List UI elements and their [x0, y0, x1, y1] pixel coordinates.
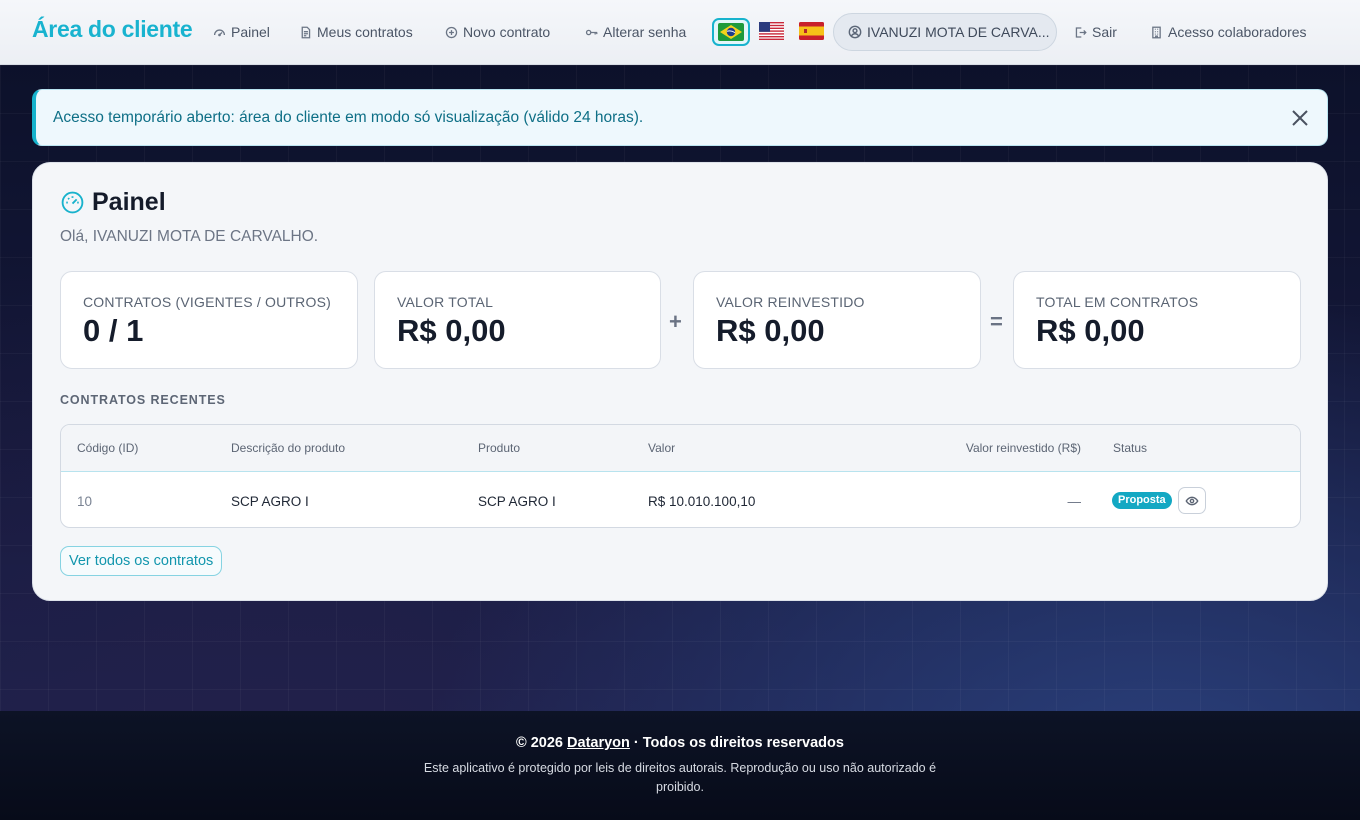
- user-name: IVANUZI MOTA DE CARVA...: [867, 24, 1050, 40]
- page-footer: © 2026 Dataryon · Todos os direitos rese…: [0, 711, 1360, 820]
- column-header-produto: Produto: [478, 441, 521, 455]
- stat-label: Total em contratos: [1036, 294, 1199, 310]
- document-icon: [301, 26, 311, 38]
- nav-painel[interactable]: Painel: [213, 22, 270, 42]
- plus-operator: +: [669, 309, 682, 334]
- table-header: Código (ID) Descrição do produto Produto…: [61, 425, 1300, 472]
- cell-produto: SCP AGRO I: [478, 494, 556, 509]
- column-header-id: Código (ID): [77, 441, 139, 455]
- key-icon: [585, 29, 598, 35]
- view-contract-button[interactable]: [1178, 487, 1206, 514]
- temporary-access-alert: Acesso temporário aberto: área do client…: [32, 89, 1328, 146]
- nav-meus-contratos-label: Meus contratos: [317, 24, 413, 40]
- column-header-status: Status: [1113, 441, 1148, 455]
- nav-acesso-colaboradores-label: Acesso colaboradores: [1168, 24, 1307, 40]
- brand-title[interactable]: Área do cliente: [32, 16, 193, 43]
- stat-card-total-contratos: Total em contratos R$ 0,00: [1013, 271, 1301, 369]
- brazil-flag-icon: [718, 23, 744, 41]
- logout-icon: [1075, 26, 1087, 38]
- user-menu-button[interactable]: IVANUZI MOTA DE CARVA...: [833, 13, 1057, 51]
- cell-reinvestido: —: [1067, 494, 1082, 509]
- language-en-us-button[interactable]: [758, 20, 784, 42]
- stat-card-contratos: Contratos (vigentes / outros) 0 / 1: [60, 271, 358, 369]
- nav-meus-contratos[interactable]: Meus contratos: [299, 22, 413, 42]
- column-header-reinvestido: Valor reinvestido (R$): [965, 441, 1081, 455]
- stat-value: R$ 0,00: [1036, 313, 1145, 348]
- nav-sair[interactable]: Sair: [1074, 22, 1117, 42]
- building-icon: [1152, 26, 1161, 38]
- cell-id: 10: [77, 494, 93, 509]
- stat-card-valor-reinvestido: Valor reinvestido R$ 0,00: [693, 271, 981, 369]
- stat-value: R$ 0,00: [716, 313, 825, 348]
- alert-message: Acesso temporário aberto: área do client…: [53, 108, 644, 126]
- spain-flag-icon: [798, 22, 824, 40]
- view-all-contracts-button[interactable]: Ver todos os contratos: [60, 546, 223, 576]
- copyright-prefix: © 2026: [516, 735, 563, 751]
- nav-alterar-senha-label: Alterar senha: [603, 24, 687, 40]
- stat-value: 0 / 1: [83, 313, 144, 348]
- dashboard-icon: [213, 28, 226, 36]
- nav-painel-label: Painel: [231, 24, 270, 40]
- eye-icon: [1185, 496, 1199, 505]
- nav-sair-label: Sair: [1092, 24, 1117, 40]
- nav-acesso-colaboradores[interactable]: Acesso colaboradores: [1150, 22, 1307, 42]
- footer-notice: Este aplicativo é protegido por leis de …: [423, 761, 937, 794]
- alert-close-button[interactable]: [1289, 107, 1311, 129]
- column-header-descricao: Descrição do produto: [231, 441, 346, 455]
- usa-flag-icon: [758, 22, 784, 40]
- language-es-es-button[interactable]: [798, 20, 824, 42]
- recent-contracts-table: Código (ID) Descrição do produto Produto…: [60, 424, 1301, 528]
- nav-alterar-senha[interactable]: Alterar senha: [585, 22, 686, 42]
- column-header-valor: Valor: [648, 441, 676, 455]
- stat-value: R$ 0,00: [397, 313, 506, 348]
- user-circle-icon: [848, 25, 862, 39]
- stat-card-valor-total: Valor total R$ 0,00: [374, 271, 661, 369]
- company-link[interactable]: Dataryon: [567, 735, 630, 751]
- page-title: Painel: [60, 188, 166, 217]
- top-navbar: Área do cliente Painel Meus contratos No…: [0, 0, 1360, 65]
- stat-label: Valor reinvestido: [716, 294, 865, 310]
- status-badge: Proposta: [1112, 492, 1172, 509]
- recent-contracts-heading: CONTRATOS RECENTES: [60, 393, 226, 407]
- rights-text: · Todos os direitos reservados: [633, 735, 844, 751]
- page-title-text: Painel: [92, 188, 166, 216]
- cell-descricao: SCP AGRO I: [231, 494, 309, 509]
- close-icon: [1292, 110, 1308, 126]
- nav-novo-contrato[interactable]: Novo contrato: [445, 22, 550, 42]
- stat-label: Contratos (vigentes / outros): [83, 294, 331, 310]
- greeting-text: Olá, IVANUZI MOTA DE CARVALHO.: [60, 228, 319, 245]
- nav-novo-contrato-label: Novo contrato: [463, 24, 551, 40]
- equals-operator: =: [990, 309, 1003, 334]
- cell-valor: R$ 10.010.100,10: [648, 494, 756, 509]
- plus-circle-icon: [445, 26, 458, 38]
- dashboard-card: Painel Olá, IVANUZI MOTA DE CARVALHO. Co…: [32, 162, 1328, 601]
- stat-label: Valor total: [397, 294, 494, 310]
- speedometer-icon: [61, 191, 84, 214]
- language-pt-br-button[interactable]: [712, 18, 750, 46]
- footer-copyright: © 2026 Dataryon · Todos os direitos rese…: [0, 735, 1360, 751]
